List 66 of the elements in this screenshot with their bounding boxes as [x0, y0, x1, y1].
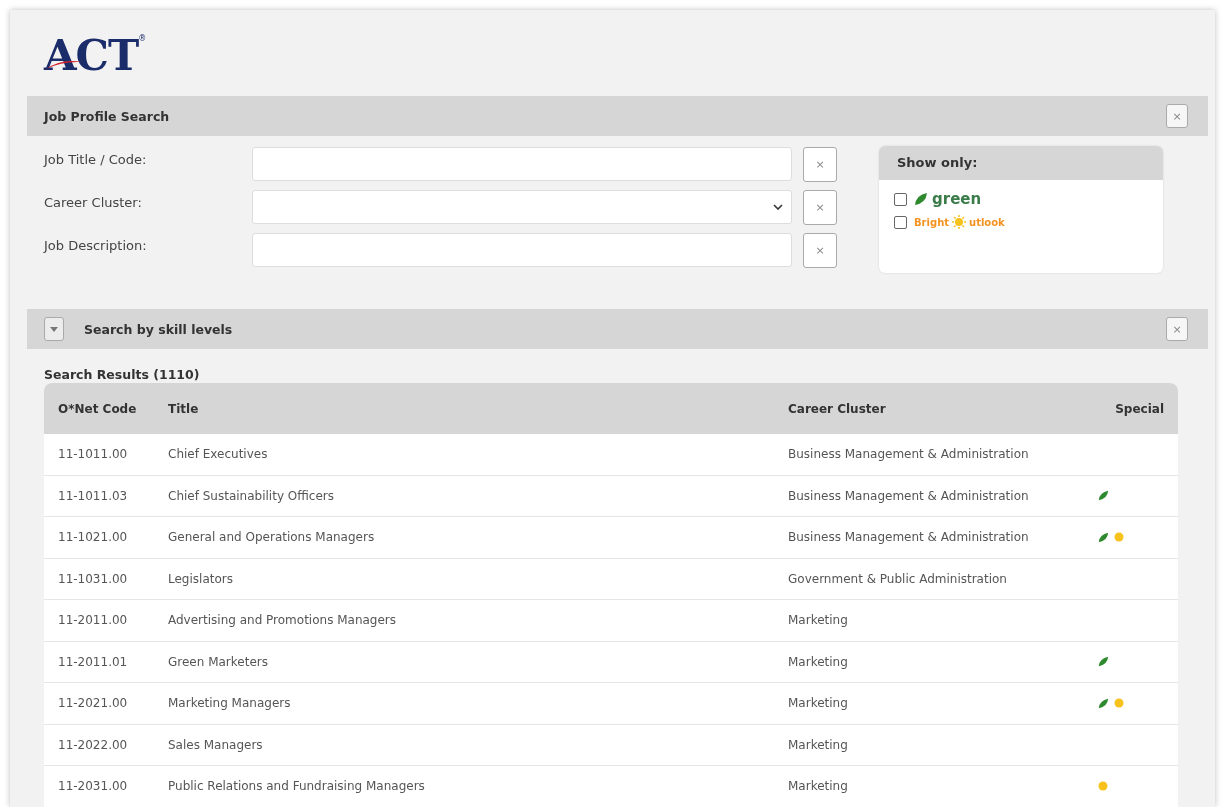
column-header[interactable]: Special: [1084, 401, 1178, 416]
table-cell-text: Marketing Managers: [167, 696, 292, 711]
table-cell-text: 11-2011.00: [57, 613, 129, 628]
table-cell-text: General and Operations Managers: [167, 530, 376, 545]
bright-outlook-label: utlook: [969, 216, 1005, 228]
table-cell-text: Business Management & Administration: [788, 530, 1030, 545]
field-label: Job Description:: [44, 238, 148, 253]
table-cell-text: Marketing: [788, 613, 849, 628]
column-header[interactable]: Career Cluster: [788, 401, 1084, 416]
table-cell-text: 11-2022.00: [57, 737, 129, 752]
filter-title: Show only:: [879, 146, 1163, 180]
table-cell-text: Business Management & Administration: [788, 447, 1030, 462]
table-cell-text: Marketing: [788, 696, 849, 711]
caret-icon: [50, 326, 58, 332]
table-cell-text: 11-2021.00: [57, 696, 129, 711]
table-row[interactable]: 11-1011.00 Chief Executives Business Management & Administration: [44, 434, 1178, 476]
bright-outlook-label: Bright: [914, 216, 950, 228]
clear-button[interactable]: ×: [803, 189, 837, 225]
table-row[interactable]: 11-2022.00 Sales Managers Marketing: [44, 724, 1178, 766]
eco-label: green: [932, 190, 982, 208]
input-field[interactable]: [252, 233, 792, 267]
table-row[interactable]: 11-2011.00 Advertising and Promotions Managers Marketing: [44, 600, 1178, 642]
results-title: Search Results (1110): [44, 367, 201, 382]
table-cell-text: Government & Public Administration: [788, 571, 1008, 586]
close-button[interactable]: ×: [1166, 104, 1188, 128]
panel-title: Search by skill levels: [84, 321, 234, 337]
close-button[interactable]: ×: [1166, 317, 1188, 341]
column-header[interactable]: Title: [156, 401, 788, 416]
table-cell-text: Chief Sustainability Officers: [167, 488, 336, 503]
leaf-icon: [914, 192, 928, 206]
chevron-icon: [773, 204, 783, 210]
column-header[interactable]: O*Net Code: [44, 401, 156, 416]
table-cell-text: Public Relations and Fundraising Managers: [167, 779, 426, 794]
table-row[interactable]: 11-1031.00 Legislators Government & Public Administration: [44, 558, 1178, 600]
table-row[interactable]: 11-2021.00 Marketing Managers Marketing: [44, 683, 1178, 725]
table-cell-text: Advertising and Promotions Managers: [167, 613, 398, 628]
dropdown-field[interactable]: [252, 190, 792, 224]
table-row[interactable]: 11-1021.00 General and Operations Managers Business Management & Administration: [44, 517, 1178, 559]
expand-button[interactable]: [44, 317, 64, 341]
checkbox[interactable]: [894, 192, 907, 206]
table-cell-text: 11-1031.00: [57, 571, 129, 586]
clear-button[interactable]: ×: [803, 146, 837, 182]
table-row[interactable]: 11-2011.01 Green Marketers Marketing: [44, 641, 1178, 683]
field-label: Career Cluster:: [44, 195, 143, 210]
table-cell-text: 11-1011.03: [57, 488, 129, 503]
table-cell-text: Green Marketers: [167, 654, 269, 669]
table-cell-text: Business Management & Administration: [788, 488, 1030, 503]
table-row[interactable]: 11-1011.03 Chief Sustainability Officers Business Management & Administration: [44, 475, 1178, 517]
field-label: Job Title / Code:: [44, 152, 148, 167]
table-cell-text: Sales Managers: [167, 737, 264, 752]
clear-button[interactable]: ×: [803, 232, 837, 268]
checkbox[interactable]: [894, 215, 907, 229]
table-cell-text: Legislators: [167, 571, 234, 586]
table-cell-text: Marketing: [788, 654, 849, 669]
table-cell-text: 11-1011.00: [57, 447, 129, 462]
panel-title: Job Profile Search: [44, 108, 171, 124]
table-cell-text: Marketing: [788, 737, 849, 752]
table-cell-text: 11-2011.01: [57, 654, 129, 669]
table-cell-text: 11-1021.00: [57, 530, 129, 545]
table-cell-text: Chief Executives: [167, 447, 269, 462]
input-field[interactable]: [252, 147, 792, 181]
table-cell-text: Marketing: [788, 779, 849, 794]
table-cell-text: 11-2031.00: [57, 779, 129, 794]
table-row[interactable]: 11-2031.00 Public Relations and Fundraising Managers Marketing: [44, 766, 1178, 807]
sun-icon: [952, 215, 967, 229]
act-logo: ACT®: [44, 34, 147, 82]
